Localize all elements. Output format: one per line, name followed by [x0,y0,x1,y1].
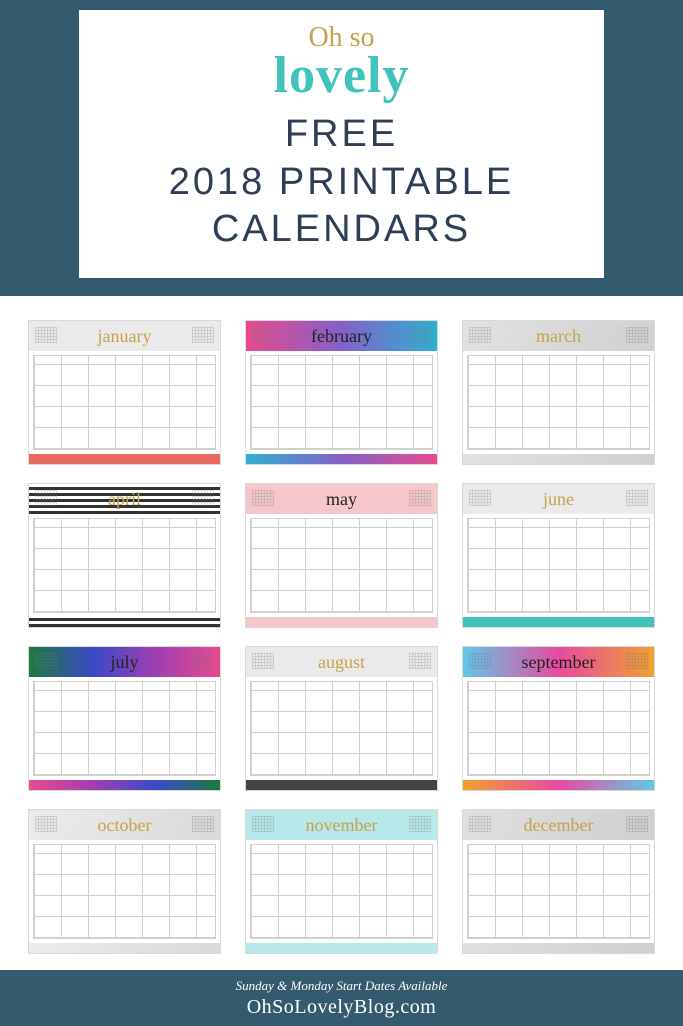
calendar-header: july [29,647,220,677]
calendar-month-label: april [108,489,141,510]
calendar-month-label: may [326,489,357,510]
headline-line-1: FREE [169,111,514,159]
calendar-thumb: january [28,320,221,465]
calendar-header: august [246,647,437,677]
calendar-grid-cells [250,844,433,939]
calendar-grid-cells [467,518,650,613]
calendar-header: november [246,810,437,840]
hero-card: Oh so lovely FREE 2018 PRINTABLE CALENDA… [79,10,604,278]
calendar-month-label: january [98,326,152,347]
footer-note: Sunday & Monday Start Dates Available [236,978,448,994]
calendar-month-label: july [110,652,138,673]
calendar-accent-bar [463,454,654,464]
calendar-grid-cells [250,355,433,450]
calendar-month-label: december [524,815,594,836]
calendar-header: june [463,484,654,514]
calendar-thumb: may [245,483,438,628]
brand-lovely: lovely [274,46,410,105]
calendar-accent-bar [463,780,654,790]
calendar-header: october [29,810,220,840]
calendar-header: december [463,810,654,840]
footer-url: OhSoLovelyBlog.com [247,996,437,1019]
calendar-accent-bar [246,943,437,953]
footer: Sunday & Monday Start Dates Available Oh… [0,970,683,1026]
calendar-accent-bar [246,617,437,627]
calendar-thumb: april [28,483,221,628]
calendar-grid-cells [33,518,216,613]
calendar-accent-bar [246,780,437,790]
calendar-accent-bar [29,780,220,790]
calendar-grid-cells [467,681,650,776]
calendar-month-label: august [318,652,365,673]
calendar-grid: january february march april may june july augu… [0,296,683,970]
headline-line-3: CALENDARS [169,206,514,254]
calendar-header: may [246,484,437,514]
calendar-thumb: december [462,809,655,954]
calendar-month-label: september [522,652,596,673]
headline-line-2: 2018 PRINTABLE [169,159,514,207]
calendar-accent-bar [463,943,654,953]
calendar-accent-bar [463,617,654,627]
hero-banner: Oh so lovely FREE 2018 PRINTABLE CALENDA… [0,0,683,296]
calendar-thumb: february [245,320,438,465]
calendar-month-label: march [536,326,581,347]
calendar-header: february [246,321,437,351]
calendar-thumb: july [28,646,221,791]
calendar-grid-cells [250,681,433,776]
calendar-accent-bar [29,617,220,627]
calendar-thumb: november [245,809,438,954]
calendar-grid-cells [467,844,650,939]
calendar-header: september [463,647,654,677]
calendar-month-label: february [311,326,372,347]
calendar-grid-cells [33,844,216,939]
calendar-thumb: september [462,646,655,791]
calendar-thumb: october [28,809,221,954]
calendar-grid-cells [33,355,216,450]
calendar-month-label: june [543,489,574,510]
calendar-accent-bar [29,454,220,464]
calendar-thumb: march [462,320,655,465]
calendar-grid-cells [250,518,433,613]
calendar-header: april [29,484,220,514]
calendar-grid-cells [467,355,650,450]
calendar-header: january [29,321,220,351]
calendar-month-label: october [98,815,152,836]
calendar-thumb: june [462,483,655,628]
calendar-grid-cells [33,681,216,776]
headline: FREE 2018 PRINTABLE CALENDARS [169,111,514,254]
calendar-accent-bar [246,454,437,464]
calendar-accent-bar [29,943,220,953]
calendar-thumb: august [245,646,438,791]
calendar-month-label: november [306,815,378,836]
calendar-header: march [463,321,654,351]
